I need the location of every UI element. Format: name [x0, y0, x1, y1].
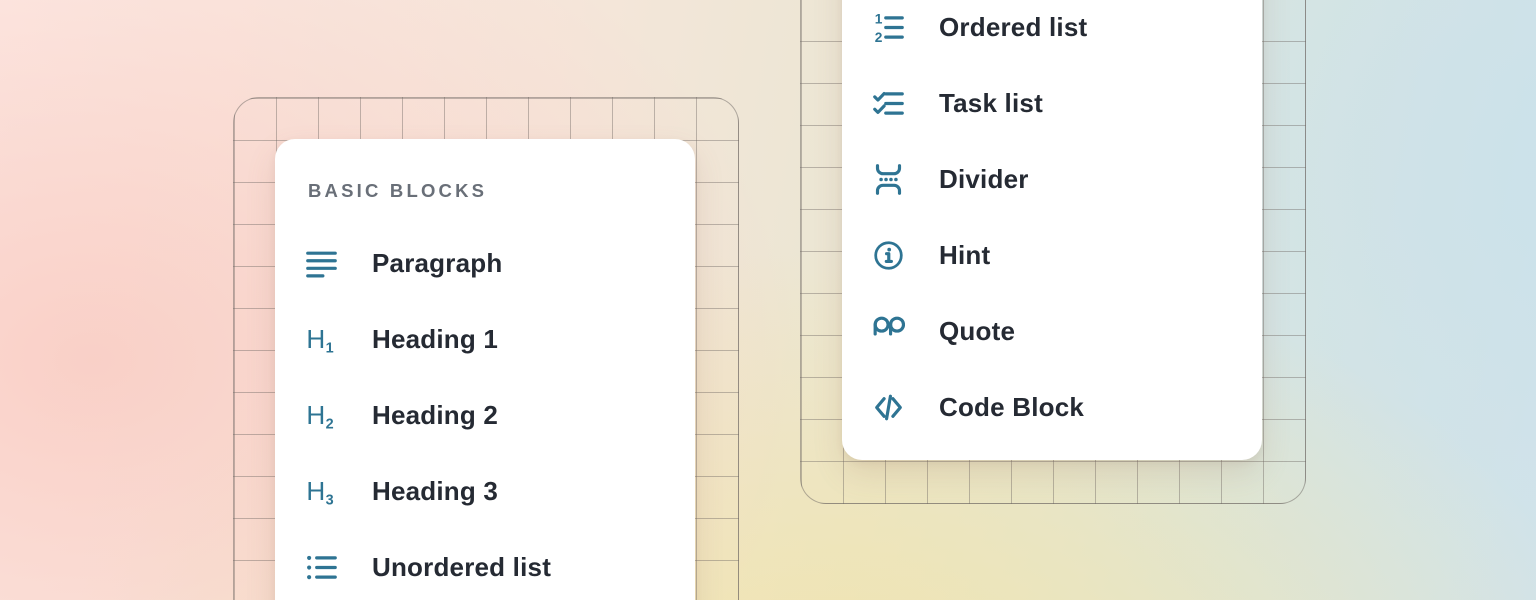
menu-item-heading-3[interactable]: H 3 Heading 3 — [275, 453, 695, 529]
menu-item-quote[interactable]: Quote — [842, 293, 1262, 369]
svg-text:H: H — [306, 475, 325, 505]
svg-text:H: H — [306, 323, 325, 353]
menu-item-label: Heading 1 — [372, 324, 498, 355]
menu-item-unordered-list[interactable]: Unordered list — [275, 529, 695, 600]
menu-item-ordered-list[interactable]: 1 2 Ordered list — [842, 0, 1262, 65]
code-block-icon — [872, 391, 905, 424]
menu-item-divider[interactable]: Divider — [842, 141, 1262, 217]
heading-1-icon: H 1 — [305, 323, 338, 356]
menu-item-heading-2[interactable]: H 2 Heading 2 — [275, 377, 695, 453]
menu-item-label: Quote — [939, 316, 1015, 347]
paragraph-icon — [305, 247, 338, 280]
menu-item-code-block[interactable]: Code Block — [842, 369, 1262, 445]
menu-item-heading-1[interactable]: H 1 Heading 1 — [275, 301, 695, 377]
menu-item-label: Ordered list — [939, 12, 1087, 43]
svg-text:2: 2 — [326, 416, 334, 431]
svg-text:2: 2 — [875, 29, 883, 43]
menu-item-hint[interactable]: Hint — [842, 217, 1262, 293]
block-menu-illustration: BASIC BLOCKS Paragraph H 1 Heading 1 — [0, 0, 1536, 600]
menu-item-task-list[interactable]: Task list — [842, 65, 1262, 141]
menu-rows: Paragraph H 1 Heading 1 H 2 — [275, 225, 695, 600]
unordered-list-icon — [305, 551, 338, 584]
hint-icon — [872, 239, 905, 272]
blocks-menu-continued: 1 2 Ordered list — [842, 0, 1262, 460]
menu-item-label: Unordered list — [372, 552, 551, 583]
menu-item-label: Heading 2 — [372, 400, 498, 431]
quote-icon — [872, 315, 905, 348]
menu-item-label: Hint — [939, 240, 990, 271]
divider-icon — [872, 163, 905, 196]
heading-3-icon: H 3 — [305, 475, 338, 508]
menu-item-label: Task list — [939, 88, 1043, 119]
svg-text:3: 3 — [326, 492, 334, 507]
menu-rows: 1 2 Ordered list — [842, 0, 1262, 445]
menu-item-paragraph[interactable]: Paragraph — [275, 225, 695, 301]
basic-blocks-menu: BASIC BLOCKS Paragraph H 1 Heading 1 — [275, 139, 695, 600]
menu-item-label: Divider — [939, 164, 1029, 195]
heading-2-icon: H 2 — [305, 399, 338, 432]
section-label: BASIC BLOCKS — [308, 179, 695, 203]
task-list-icon — [872, 87, 905, 120]
svg-text:1: 1 — [875, 11, 883, 26]
svg-text:H: H — [306, 399, 325, 429]
svg-text:1: 1 — [326, 340, 334, 355]
ordered-list-icon: 1 2 — [872, 11, 905, 44]
menu-item-label: Heading 3 — [372, 476, 498, 507]
menu-item-label: Paragraph — [372, 248, 502, 279]
menu-item-label: Code Block — [939, 392, 1084, 423]
